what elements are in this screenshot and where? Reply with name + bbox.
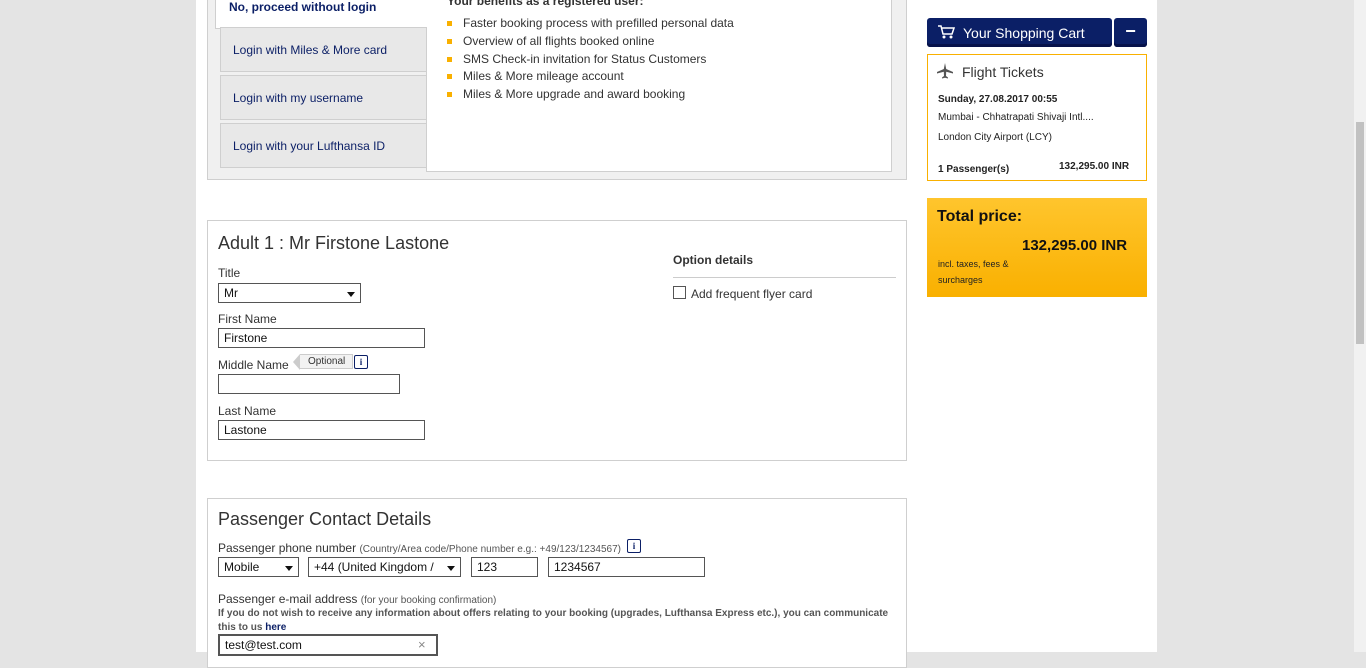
benefits-title: Your benefits as a registered user:: [447, 0, 644, 8]
benefits-list: Faster booking process with prefilled pe…: [447, 16, 734, 105]
optional-badge: Optional: [292, 354, 354, 370]
total-price-label: Total price:: [937, 208, 1023, 225]
info-icon[interactable]: i: [354, 355, 368, 369]
plane-icon: [937, 63, 953, 79]
last-name-label: Last Name: [218, 404, 277, 418]
tab-login-username[interactable]: Login with my username: [220, 75, 427, 120]
phone-hint: (Country/Area code/Phone number e.g.: +4…: [359, 544, 622, 555]
scrollbar-thumb[interactable]: [1356, 122, 1364, 344]
list-item: Faster booking process with prefilled pe…: [447, 16, 734, 34]
phone-label-text: Passenger phone number: [218, 541, 357, 555]
email-label-text: Passenger e-mail address: [218, 592, 358, 606]
flight-tickets-title: Flight Tickets: [962, 64, 1044, 80]
chevron-down-icon: [447, 566, 455, 571]
total-price-note: incl. taxes, fees & surcharges: [938, 259, 1009, 285]
email-label: Passenger e-mail address (for your booki…: [218, 592, 496, 606]
title-select-value: Mr: [224, 286, 238, 300]
contact-heading: Passenger Contact Details: [218, 509, 432, 529]
shopping-cart-button[interactable]: Your Shopping Cart: [927, 18, 1112, 47]
scrollbar[interactable]: [1354, 0, 1366, 652]
middle-name-field[interactable]: [218, 374, 400, 394]
email-field[interactable]: test@test.com: [218, 634, 438, 656]
tab-proceed-without-login[interactable]: No, proceed without login: [215, 0, 427, 29]
email-note-text: If you do not wish to receive any inform…: [218, 608, 889, 633]
passenger-count: 1 Passenger(s): [938, 164, 1010, 175]
passenger-heading: Adult 1 : Mr Firstone Lastone: [218, 233, 450, 253]
title-select[interactable]: Mr: [218, 283, 361, 303]
total-price-value: 132,295.00 INR: [1022, 237, 1128, 254]
phone-type-select[interactable]: Mobile: [218, 557, 299, 577]
list-item: Miles & More mileage account: [447, 69, 734, 87]
divider: [673, 277, 896, 278]
tab-login-miles-more[interactable]: Login with Miles & More card: [220, 27, 427, 72]
middle-name-label: Middle Name: [218, 358, 289, 372]
option-details-title: Option details: [673, 253, 754, 267]
flight-origin: Mumbai - Chhatrapati Shivaji Intl....: [938, 112, 1094, 123]
collapse-cart-button[interactable]: −: [1114, 18, 1147, 47]
tab-login-lufthansa-id[interactable]: Login with your Lufthansa ID: [220, 123, 427, 168]
ticket-price: 132,295.00 INR: [1059, 161, 1130, 172]
country-code-value: +44 (United Kingdom /: [314, 560, 434, 574]
title-label: Title: [218, 266, 241, 280]
first-name-label: First Name: [218, 312, 277, 326]
email-note-link[interactable]: here: [265, 622, 286, 633]
info-icon[interactable]: i: [627, 539, 641, 553]
flight-date: Sunday, 27.08.2017 00:55: [938, 94, 1058, 105]
frequent-flyer-label[interactable]: Add frequent flyer card: [691, 287, 812, 301]
cart-icon: [938, 25, 955, 39]
shopping-cart-label: Your Shopping Cart: [963, 25, 1085, 41]
phone-number-field[interactable]: 1234567: [548, 557, 705, 577]
list-item: SMS Check-in invitation for Status Custo…: [447, 52, 734, 70]
email-hint: (for your booking confirmation): [360, 595, 497, 606]
chevron-down-icon: [285, 566, 293, 571]
first-name-field[interactable]: Firstone: [218, 328, 425, 348]
flight-destination: London City Airport (LCY): [938, 132, 1052, 143]
list-item: Overview of all flights booked online: [447, 34, 734, 52]
email-note: If you do not wish to receive any inform…: [218, 607, 898, 635]
list-item: Miles & More upgrade and award booking: [447, 87, 734, 105]
chevron-down-icon: [347, 292, 355, 297]
frequent-flyer-checkbox[interactable]: [673, 286, 686, 299]
close-icon[interactable]: ×: [418, 637, 426, 652]
country-code-select[interactable]: +44 (United Kingdom /: [308, 557, 461, 577]
last-name-field[interactable]: Lastone: [218, 420, 425, 440]
phone-label: Passenger phone number (Country/Area cod…: [218, 541, 621, 555]
area-code-field[interactable]: 123: [471, 557, 538, 577]
phone-type-value: Mobile: [224, 560, 260, 574]
